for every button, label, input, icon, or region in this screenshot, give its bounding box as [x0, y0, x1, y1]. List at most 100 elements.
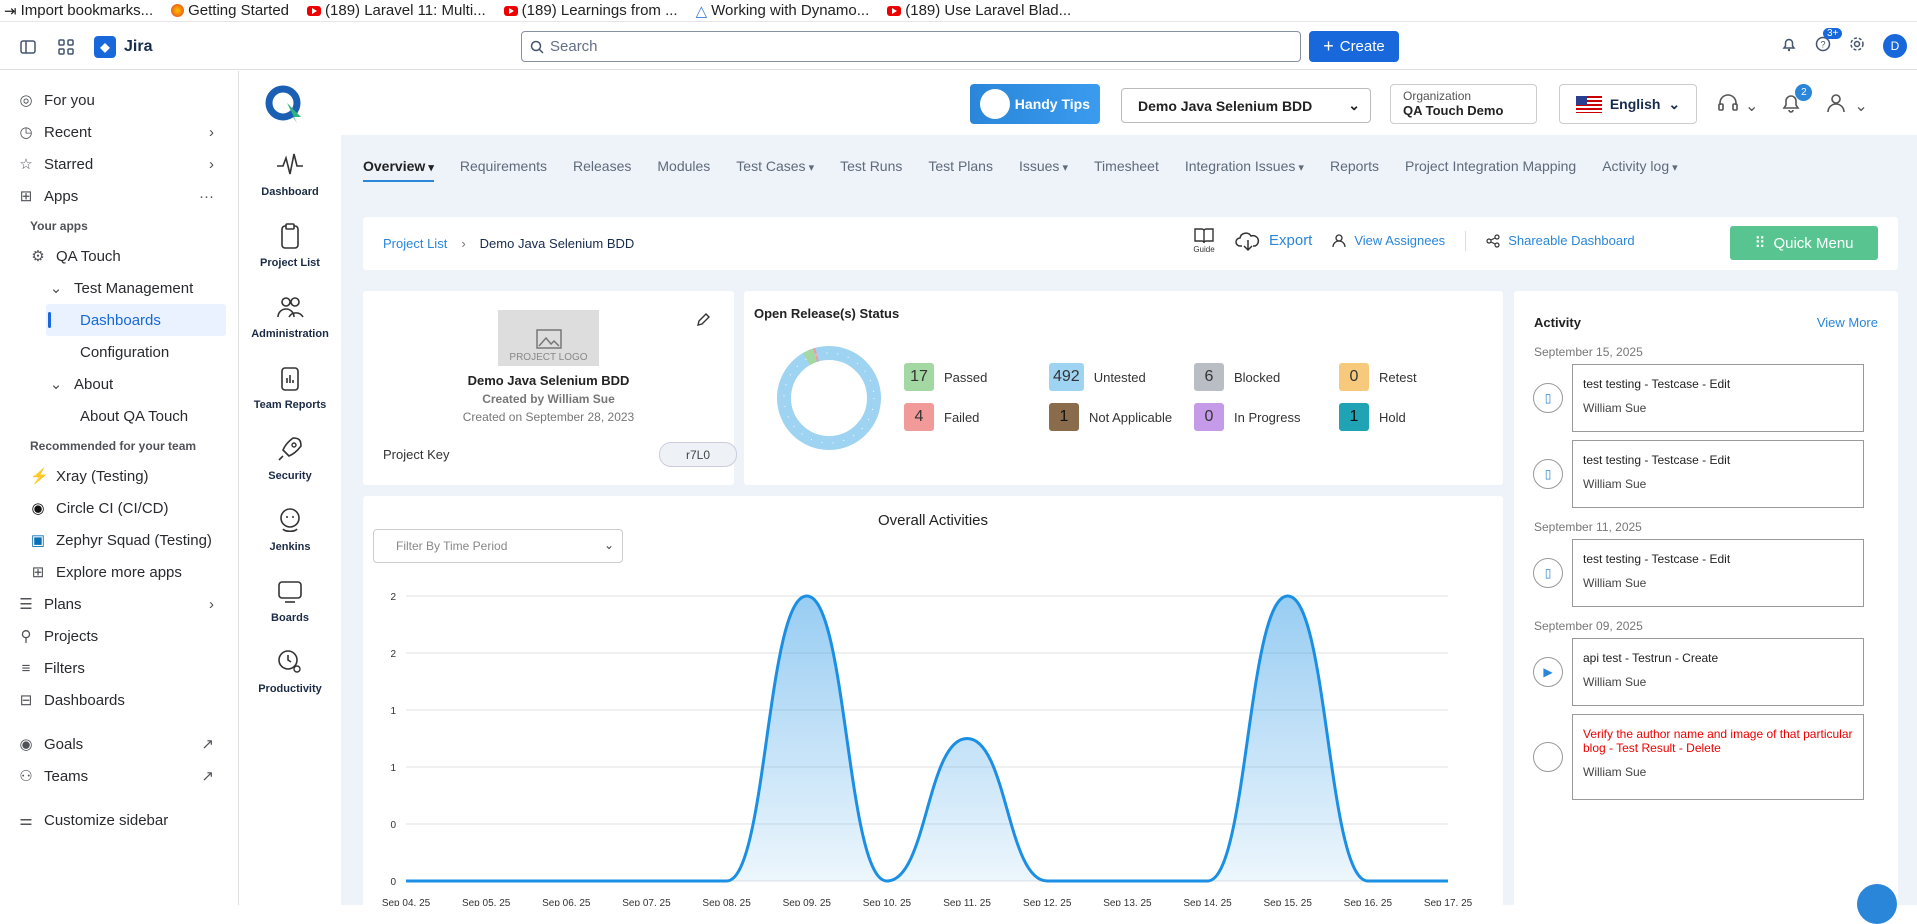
user-avatar[interactable]: D	[1883, 34, 1907, 58]
tab-timesheet[interactable]: Timesheet	[1094, 158, 1159, 182]
activity-item[interactable]: test testing - Testcase - EditWilliam Su…	[1572, 440, 1864, 508]
breadcrumb: Project List › Demo Java Selenium BDD	[383, 236, 634, 251]
rail-item-administration[interactable]: Administration	[239, 280, 341, 351]
activity-user: William Sue	[1583, 477, 1853, 491]
tab-project-integration-mapping[interactable]: Project Integration Mapping	[1405, 158, 1576, 182]
tab-label: Test Runs	[840, 158, 902, 174]
report-icon	[275, 363, 305, 393]
rail-item-team-reports[interactable]: Team Reports	[239, 351, 341, 422]
app-switcher-icon[interactable]	[56, 37, 76, 57]
tab-releases[interactable]: Releases	[573, 158, 631, 182]
rail-label: Administration	[251, 328, 329, 340]
profile-icon[interactable]	[1824, 91, 1848, 120]
sidebar-item-zephyr[interactable]: ▣Zephyr Squad (Testing)	[0, 524, 238, 556]
rail-item-security[interactable]: Security	[239, 422, 341, 493]
more-icon[interactable]: ···	[199, 188, 214, 205]
view-assignees-button[interactable]: View Assignees	[1332, 233, 1445, 248]
sidebar-item-goals[interactable]: ◉Goals↗	[0, 728, 238, 760]
language-select[interactable]: English ⌄	[1559, 84, 1697, 124]
rail-item-jenkins[interactable]: Jenkins	[239, 493, 341, 564]
help-icon[interactable]: ? 3+	[1815, 36, 1831, 57]
rail-item-dashboard[interactable]: Dashboard	[239, 138, 341, 209]
sidebar-item-filters[interactable]: ≡Filters	[0, 652, 238, 684]
help-fab-button[interactable]	[1857, 884, 1897, 924]
bookmark-item[interactable]: (189) Use Laravel Blad...	[887, 2, 1071, 19]
tab-integration-issues[interactable]: Integration Issues ▾	[1185, 158, 1304, 182]
settings-gear-icon[interactable]	[1849, 36, 1865, 57]
sidebar-item-teams[interactable]: ⚇Teams↗	[0, 760, 238, 792]
tab-requirements[interactable]: Requirements	[460, 158, 547, 182]
tab-issues[interactable]: Issues ▾	[1019, 158, 1068, 182]
sidebar-item-projects[interactable]: ⚲Projects	[0, 620, 238, 652]
activity-item[interactable]: api test - Testrun - CreateWilliam Sue	[1572, 638, 1864, 706]
tab-test-cases[interactable]: Test Cases ▾	[736, 158, 814, 182]
project-select[interactable]: Demo Java Selenium BDD ⌄	[1121, 88, 1371, 123]
organization-select[interactable]: Organization QA Touch Demo	[1390, 84, 1537, 124]
export-label: Export	[1269, 232, 1312, 249]
bookmark-item[interactable]: (189) Laravel 11: Multi...	[307, 2, 486, 19]
y-tick-label: 1	[390, 706, 396, 717]
bell-icon[interactable]	[1781, 36, 1797, 57]
sidebar-item-about-qa-touch[interactable]: About QA Touch	[0, 400, 238, 432]
chevron-down-icon: ⌄	[48, 375, 64, 393]
sidebar-item-qa-touch[interactable]: ⚙QA Touch	[0, 240, 238, 272]
sidebar-item-circleci[interactable]: ◉Circle CI (CI/CD)	[0, 492, 238, 524]
rail-item-boards[interactable]: Boards	[239, 564, 341, 635]
chevron-down-icon[interactable]: ⌄	[1854, 96, 1867, 116]
bookmark-label: (189) Laravel 11: Multi...	[325, 2, 486, 19]
status-count: 1	[1049, 403, 1079, 431]
tab-overview[interactable]: Overview ▾	[363, 158, 434, 182]
time-period-filter[interactable]: Filter By Time Period ⌄	[373, 529, 623, 563]
export-button[interactable]: Export	[1235, 230, 1312, 252]
sidebar-item-test-management[interactable]: ⌄Test Management	[0, 272, 238, 304]
edit-pencil-icon[interactable]	[696, 313, 710, 332]
chevron-down-icon[interactable]: ⌄	[1745, 96, 1758, 116]
quick-menu-button[interactable]: ⠿ Quick Menu	[1730, 226, 1878, 260]
activity-item[interactable]: Verify the author name and image of that…	[1572, 714, 1864, 800]
create-button[interactable]: + Create	[1309, 31, 1399, 62]
bookmark-item[interactable]: △Working with Dynamo...	[696, 2, 870, 20]
sidebar-label: About	[74, 376, 113, 393]
notification-bell-icon[interactable]: 2	[1780, 92, 1802, 119]
activity-item[interactable]: test testing - Testcase - EditWilliam Su…	[1572, 364, 1864, 432]
tab-test-plans[interactable]: Test Plans	[928, 158, 993, 182]
chevron-right-icon: ›	[209, 156, 214, 173]
sidebar-item-explore-apps[interactable]: ⊞Explore more apps	[0, 556, 238, 588]
tab-reports[interactable]: Reports	[1330, 158, 1379, 182]
sidebar-toggle-icon[interactable]	[18, 37, 38, 57]
qa-touch-icon-rail: DashboardProject List Administration Team …	[239, 71, 341, 905]
bookmark-item[interactable]: Getting Started	[171, 2, 289, 19]
sidebar-item-for-you[interactable]: ◎For you	[0, 84, 238, 116]
sidebar-item-customize[interactable]: ⚌Customize sidebar	[0, 804, 238, 836]
bookmark-item[interactable]: ⇥Import bookmarks...	[4, 2, 153, 20]
sidebar-item-about[interactable]: ⌄ About	[0, 368, 238, 400]
view-more-link[interactable]: View More	[1817, 315, 1878, 330]
breadcrumb-project-list[interactable]: Project List	[383, 236, 447, 251]
status-count: 1	[1339, 403, 1369, 431]
sidebar-item-starred[interactable]: ☆Starred›	[0, 148, 238, 180]
bookmark-item[interactable]: (189) Learnings from ...	[504, 2, 678, 19]
y-tick-label: 0	[390, 877, 396, 888]
sidebar-item-apps[interactable]: ⊞Apps···	[0, 180, 238, 212]
activity-item[interactable]: test testing - Testcase - EditWilliam Su…	[1572, 539, 1864, 607]
sidebar-item-xray[interactable]: ⚡Xray (Testing)	[0, 460, 238, 492]
status-count: 4	[904, 403, 934, 431]
shareable-dashboard-button[interactable]: Shareable Dashboard	[1486, 233, 1634, 248]
rail-item-productivity[interactable]: Productivity	[239, 635, 341, 706]
sidebar-label: Apps	[44, 188, 78, 205]
sidebar-item-configuration[interactable]: Configuration	[0, 336, 238, 368]
rail-item-project-list[interactable]: Project List	[239, 209, 341, 280]
guide-button[interactable]: Guide	[1193, 227, 1215, 254]
qa-touch-logo-icon[interactable]	[265, 85, 305, 125]
jira-logo[interactable]: ◆ Jira	[94, 36, 152, 58]
sidebar-item-plans[interactable]: ☰Plans›	[0, 588, 238, 620]
sidebar-item-dashboards-active[interactable]: Dashboards	[46, 304, 226, 336]
tab-test-runs[interactable]: Test Runs	[840, 158, 902, 182]
handy-tips-button[interactable]: Handy Tips	[970, 84, 1100, 124]
sidebar-item-dashboards[interactable]: ⊟Dashboards	[0, 684, 238, 716]
sidebar-item-recent[interactable]: ◷Recent›	[0, 116, 238, 148]
tab-modules[interactable]: Modules	[657, 158, 710, 182]
search-input[interactable]: Search	[521, 31, 1301, 62]
headset-icon[interactable]	[1717, 92, 1739, 119]
tab-activity-log[interactable]: Activity log ▾	[1602, 158, 1678, 182]
